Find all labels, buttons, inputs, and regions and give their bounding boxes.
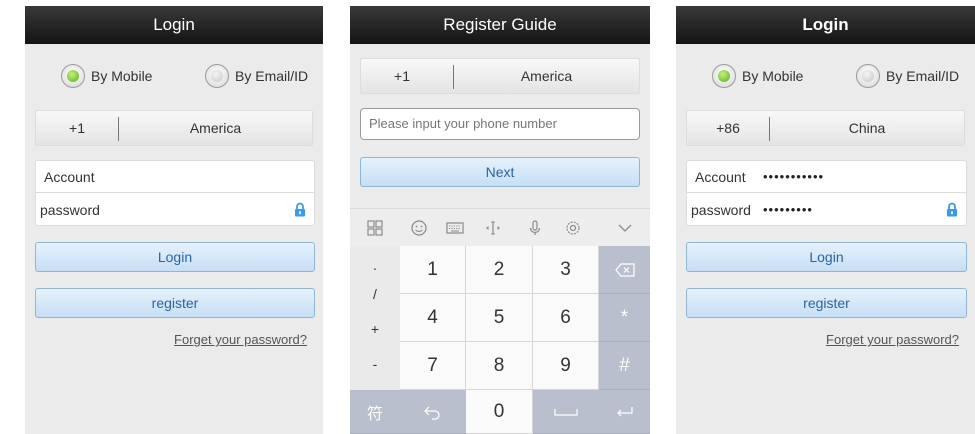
radio-by-mobile-label: By Mobile — [91, 68, 153, 84]
register-button[interactable]: register — [35, 288, 315, 318]
register-button[interactable]: register — [686, 288, 967, 318]
lock-icon[interactable] — [294, 202, 306, 217]
country-name: China — [848, 120, 886, 136]
space-icon — [554, 408, 578, 416]
radio-by-email[interactable]: By Email/ID — [856, 64, 959, 88]
backspace-icon — [614, 262, 635, 277]
radio-selected-icon — [61, 64, 85, 88]
radio-unselected-icon — [856, 64, 880, 88]
login-button[interactable]: Login — [686, 242, 967, 272]
account-label: Account — [695, 169, 746, 185]
radio-by-mobile[interactable]: By Mobile — [712, 64, 803, 88]
key-dot[interactable]: · — [350, 260, 400, 276]
login-button[interactable]: Login — [35, 242, 315, 272]
key-6[interactable]: 6 — [533, 294, 599, 342]
title-bar: Login — [25, 6, 323, 44]
country-name: America — [189, 120, 242, 136]
password-label: password — [40, 202, 100, 218]
grid-menu-icon[interactable] — [364, 218, 386, 238]
microphone-icon[interactable] — [524, 218, 546, 238]
next-button[interactable]: Next — [360, 157, 640, 187]
emoji-icon[interactable] — [408, 218, 430, 238]
key-0[interactable]: 0 — [466, 390, 533, 434]
radio-by-email-label: By Email/ID — [235, 68, 309, 84]
key-2[interactable]: 2 — [466, 246, 533, 294]
key-asterisk[interactable]: * — [599, 294, 650, 342]
forget-password-link[interactable]: Forget your password? — [826, 332, 959, 347]
country-selector[interactable]: +1 America — [360, 58, 640, 94]
lock-icon[interactable] — [946, 202, 958, 217]
password-field[interactable]: password ••••••••• — [687, 194, 966, 226]
credentials-form: Account ••••••••••• password ••••••••• — [686, 160, 967, 226]
radio-by-mobile[interactable]: By Mobile — [61, 64, 152, 88]
account-field[interactable]: Account — [36, 161, 314, 193]
keyboard-toolbar — [350, 208, 650, 246]
title-bar: Register Guide — [350, 6, 650, 44]
key-8[interactable]: 8 — [466, 342, 533, 390]
numeric-keypad: · / + - 1 2 3 4 5 6 * 7 8 9 # 符 0 — [350, 246, 650, 434]
radio-by-email[interactable]: By Email/ID — [205, 64, 308, 88]
country-code: +1 — [394, 68, 410, 84]
key-minus[interactable]: - — [350, 356, 400, 372]
cursor-move-icon[interactable] — [482, 218, 504, 238]
login-type-radio-group: By Mobile By Email/ID — [25, 64, 323, 92]
login-screen-filled: Login By Mobile By Email/ID +86 China Ac… — [676, 6, 975, 434]
password-field[interactable]: password — [36, 194, 314, 226]
key-7[interactable]: 7 — [400, 342, 466, 390]
key-5[interactable]: 5 — [466, 294, 533, 342]
register-guide-screen: Register Guide +1 America Please input y… — [350, 6, 650, 434]
key-9[interactable]: 9 — [533, 342, 599, 390]
title-bar: Login — [676, 6, 975, 44]
key-3[interactable]: 3 — [533, 246, 599, 294]
key-4[interactable]: 4 — [400, 294, 466, 342]
country-code: +1 — [69, 120, 85, 136]
symbol-column: · / + - — [350, 246, 400, 390]
country-selector[interactable]: +1 America — [35, 110, 313, 146]
enter-icon — [616, 406, 633, 416]
radio-by-email-label: By Email/ID — [886, 68, 960, 84]
space-key[interactable] — [533, 390, 599, 434]
keyboard-icon[interactable] — [444, 218, 466, 238]
key-hash[interactable]: # — [599, 342, 650, 390]
credentials-form: Account password — [35, 160, 315, 226]
country-name: America — [520, 68, 573, 84]
login-type-radio-group: By Mobile By Email/ID — [676, 64, 975, 92]
account-label: Account — [44, 169, 95, 185]
forget-password-link[interactable]: Forget your password? — [174, 332, 307, 347]
enter-key[interactable] — [599, 390, 650, 434]
account-field[interactable]: Account ••••••••••• — [687, 161, 966, 193]
radio-by-mobile-label: By Mobile — [742, 68, 804, 84]
password-label: password — [691, 202, 751, 218]
key-slash[interactable]: / — [350, 286, 400, 302]
phone-number-input[interactable]: Please input your phone number — [360, 108, 640, 140]
key-1[interactable]: 1 — [400, 246, 466, 294]
settings-gear-icon[interactable] — [562, 218, 584, 238]
login-screen-mobile: Login By Mobile By Email/ID +1 America A… — [25, 6, 323, 434]
undo-key[interactable] — [400, 390, 466, 434]
password-value: ••••••••• — [763, 202, 813, 217]
symbol-switch-key[interactable]: 符 — [350, 390, 400, 434]
country-code: +86 — [716, 120, 740, 136]
account-value: ••••••••••• — [763, 169, 825, 184]
radio-unselected-icon — [205, 64, 229, 88]
radio-selected-icon — [712, 64, 736, 88]
key-plus[interactable]: + — [350, 321, 400, 337]
chevron-down-icon[interactable] — [614, 218, 636, 238]
undo-icon — [424, 406, 440, 420]
backspace-key[interactable] — [599, 246, 650, 294]
country-selector[interactable]: +86 China — [686, 110, 965, 146]
